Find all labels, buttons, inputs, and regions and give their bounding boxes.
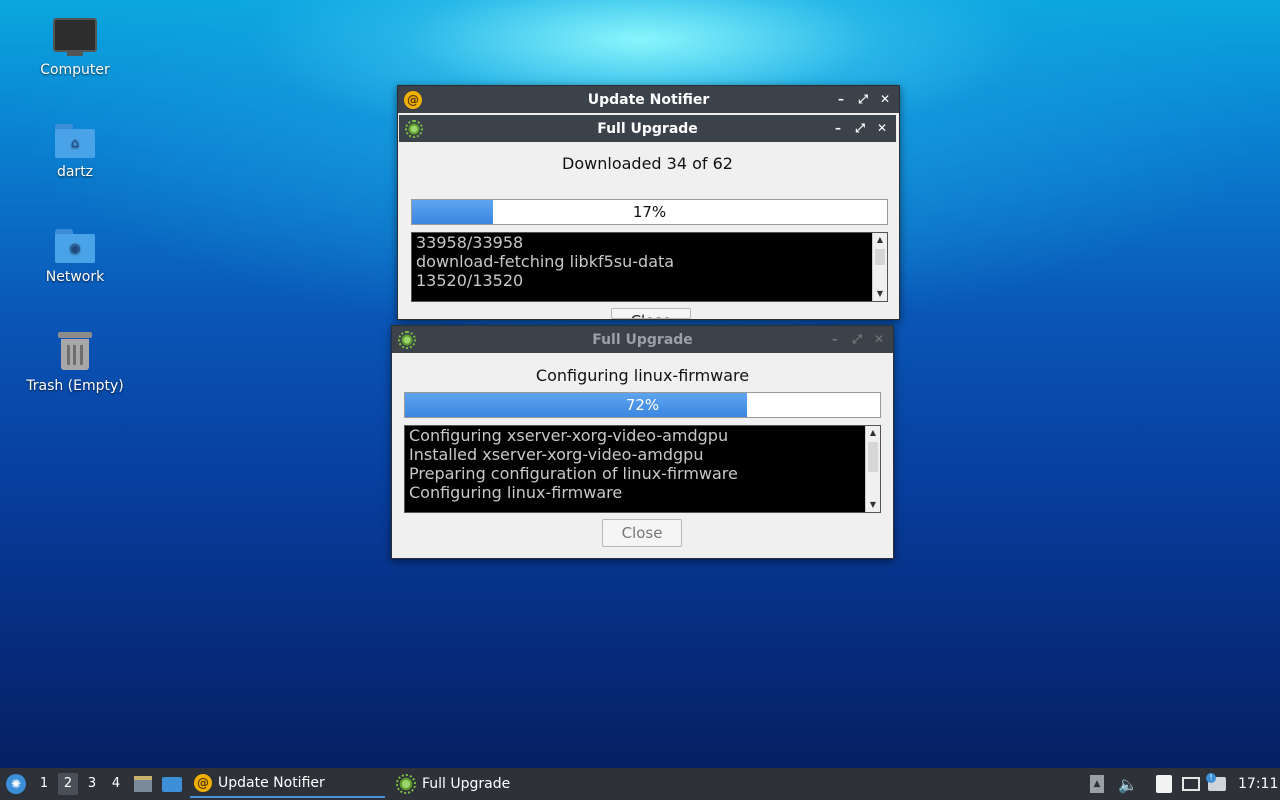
desktop-icon-label: Computer — [40, 62, 110, 78]
log-scrollbar[interactable]: ▲ ▼ — [872, 233, 887, 301]
log-line: Preparing configuration of linux-firmwar… — [409, 464, 738, 483]
file-manager-icon — [134, 776, 152, 792]
window-title: Full Upgrade — [597, 120, 698, 137]
desktop-icon-network[interactable]: ◉ Network — [25, 229, 125, 285]
close-button[interactable]: ✕ — [874, 121, 890, 136]
window-title: Full Upgrade — [592, 331, 693, 348]
log-output[interactable]: 33958/33958 download-fetching libkf5su-d… — [411, 232, 888, 302]
scroll-up-arrow-icon[interactable]: ▲ — [873, 233, 887, 247]
desktop-icon-trash[interactable]: Trash (Empty) — [25, 332, 125, 394]
log-scrollbar[interactable]: ▲ ▼ — [865, 426, 880, 512]
network-status-icon[interactable] — [1182, 768, 1204, 800]
lubuntu-logo-icon: ✺ — [6, 774, 26, 794]
file-manager-launcher[interactable] — [134, 768, 154, 800]
task-label: Full Upgrade — [422, 776, 511, 792]
clipboard-icon[interactable] — [1156, 768, 1176, 800]
update-notifier-icon: @ — [404, 90, 422, 109]
maximize-button[interactable]: ⤢ — [855, 92, 871, 107]
close-button[interactable]: ✕ — [871, 332, 887, 347]
desktop-icon-label: Trash (Empty) — [26, 378, 124, 394]
log-line: Installed xserver-xorg-video-amdgpu — [409, 445, 704, 464]
task-update-notifier[interactable]: @ Update Notifier — [190, 770, 385, 798]
log-line: Configuring linux-firmware — [409, 483, 623, 502]
maximize-button[interactable]: ⤢ — [849, 332, 865, 347]
log-line: 13520/13520 — [416, 271, 524, 290]
task-full-upgrade[interactable]: Full Upgrade — [392, 770, 576, 798]
minimize-button[interactable]: – — [830, 121, 846, 136]
maximize-button[interactable]: ⤢ — [852, 121, 868, 136]
log-output[interactable]: Configuring xserver-xorg-video-amdgpu In… — [404, 425, 881, 513]
minimize-button[interactable]: – — [833, 92, 849, 107]
workspace-2[interactable]: 2 — [58, 773, 78, 795]
window-title: Update Notifier — [587, 91, 710, 108]
trash-icon — [58, 332, 92, 370]
desktop-icon-label: dartz — [56, 164, 94, 180]
home-folder-icon: ⌂ — [55, 124, 95, 158]
start-menu-button[interactable]: ✺ — [4, 768, 28, 800]
progress-label: 72% — [625, 396, 660, 414]
scroll-down-arrow-icon[interactable]: ▼ — [866, 498, 880, 512]
clock[interactable]: 17:11 — [1238, 768, 1278, 800]
desktop-icon-dartz[interactable]: ⌂ dartz — [25, 124, 125, 180]
minimize-button[interactable]: – — [827, 332, 843, 347]
progress-label: 17% — [632, 203, 667, 221]
volume-icon[interactable]: 🔈 — [1118, 768, 1138, 800]
taskbar: ✺ 1 2 3 4 @ Update Notifier Full Upgrade… — [0, 768, 1280, 800]
show-desktop-button[interactable] — [162, 768, 184, 800]
workspace-4[interactable]: 4 — [106, 773, 126, 795]
full-upgrade-window-1: Full Upgrade – ⤢ ✕ Downloaded 34 of 62 1… — [399, 115, 896, 319]
show-desktop-icon — [162, 776, 182, 792]
log-line: download-fetching libkf5su-data — [416, 252, 675, 271]
workspace-1[interactable]: 1 — [34, 773, 54, 795]
tray-arrow-icon[interactable]: ▲ — [1090, 768, 1108, 800]
full-upgrade-window-2: Full Upgrade – ⤢ ✕ Configuring linux-fir… — [391, 325, 894, 559]
gear-icon — [396, 774, 416, 794]
gear-icon — [405, 119, 423, 138]
workspace-3[interactable]: 3 — [82, 773, 102, 795]
full-upgrade-titlebar[interactable]: Full Upgrade – ⤢ ✕ — [399, 115, 896, 142]
network-folder-icon: ◉ — [55, 229, 95, 263]
desktop-icon-computer[interactable]: Computer — [25, 18, 125, 78]
computer-icon — [53, 18, 97, 56]
update-notifier-window: @ Update Notifier – ⤢ ✕ Full Upgrade – ⤢… — [397, 85, 900, 320]
status-text: Downloaded 34 of 62 — [562, 154, 733, 173]
scroll-down-arrow-icon[interactable]: ▼ — [873, 287, 887, 301]
update-notifier-icon: @ — [194, 774, 212, 792]
update-available-icon[interactable]: ! — [1206, 768, 1230, 800]
update-notifier-titlebar[interactable]: @ Update Notifier – ⤢ ✕ — [398, 86, 899, 113]
task-label: Update Notifier — [218, 775, 325, 791]
close-dialog-button[interactable]: Close — [602, 519, 682, 547]
gear-icon — [398, 330, 416, 349]
log-line: Configuring xserver-xorg-video-amdgpu — [409, 426, 729, 445]
scroll-thumb[interactable] — [868, 442, 878, 472]
full-upgrade-titlebar[interactable]: Full Upgrade – ⤢ ✕ — [392, 326, 893, 353]
progress-bar: 17% — [411, 199, 888, 225]
progress-bar: 72% — [404, 392, 881, 418]
desktop-icon-label: Network — [45, 269, 105, 285]
scroll-up-arrow-icon[interactable]: ▲ — [866, 426, 880, 440]
log-line: 33958/33958 — [416, 233, 524, 252]
scroll-thumb[interactable] — [875, 249, 885, 265]
close-button[interactable]: ✕ — [877, 92, 893, 107]
status-text: Configuring linux-firmware — [535, 366, 750, 385]
close-dialog-button[interactable]: Close — [611, 308, 691, 319]
